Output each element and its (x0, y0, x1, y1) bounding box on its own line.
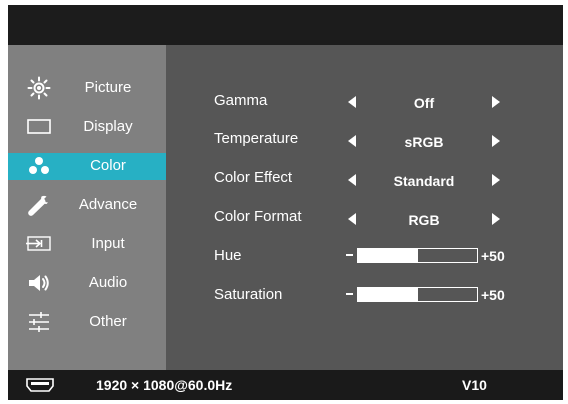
color-format-value[interactable]: RGB (384, 212, 464, 228)
osd-menu: Picture Display Color Advance Input Audi… (8, 5, 563, 400)
color-effect-label: Color Effect (214, 169, 293, 186)
color-effect-value[interactable]: Standard (384, 173, 464, 189)
top-bar (8, 5, 563, 45)
sidebar-item-label: Other (89, 313, 127, 330)
sidebar-item-label: Display (83, 118, 133, 135)
sidebar-item-advance[interactable]: Advance (8, 192, 166, 219)
color-format-label: Color Format (214, 208, 302, 225)
resolution-text: 1920 × 1080@60.0Hz (96, 377, 233, 393)
minus-icon (346, 254, 353, 256)
sidebar-item-color[interactable]: Color (8, 153, 166, 180)
hdmi-icon (26, 378, 54, 397)
saturation-value: +50 (481, 287, 505, 303)
slider-fill (358, 249, 418, 262)
color-effect-right-arrow-icon[interactable] (492, 174, 500, 186)
display-icon (26, 116, 52, 138)
sidebar-item-label: Audio (88, 274, 128, 291)
minus-icon (346, 293, 353, 295)
sidebar-item-picture[interactable]: Picture (8, 75, 166, 102)
saturation-slider[interactable] (346, 287, 478, 302)
temperature-right-arrow-icon[interactable] (492, 135, 500, 147)
slider-fill (358, 288, 418, 301)
hue-slider[interactable] (346, 248, 478, 263)
speaker-icon (26, 272, 52, 294)
gamma-value[interactable]: Off (384, 95, 464, 111)
saturation-label: Saturation (214, 286, 283, 303)
color-settings-panel: Gamma Off Temperature sRGB Color Effect … (166, 45, 563, 370)
sidebar-item-label: Color (90, 157, 126, 174)
sidebar-item-audio[interactable]: Audio (8, 270, 166, 297)
color-effect-left-arrow-icon[interactable] (348, 174, 356, 186)
hue-value: +50 (481, 248, 505, 264)
gamma-right-arrow-icon[interactable] (492, 96, 500, 108)
wrench-icon (26, 194, 52, 216)
slider-track (357, 248, 478, 263)
color-format-left-arrow-icon[interactable] (348, 213, 356, 225)
color-format-right-arrow-icon[interactable] (492, 213, 500, 225)
input-source-icon (26, 233, 52, 255)
gamma-label: Gamma (214, 92, 268, 109)
sidebar-item-label: Input (91, 235, 125, 252)
sidebar-item-other[interactable]: Other (8, 309, 166, 336)
slider-track (357, 287, 478, 302)
temperature-value[interactable]: sRGB (384, 134, 464, 150)
sliders-icon (26, 311, 52, 333)
sidebar-item-label: Picture (84, 79, 132, 96)
status-bar: 1920 × 1080@60.0Hz V10 (8, 370, 563, 400)
sidebar-item-display[interactable]: Display (8, 114, 166, 141)
color-dots-icon (26, 155, 52, 177)
brightness-icon (26, 76, 52, 100)
sidebar-item-input[interactable]: Input (8, 231, 166, 258)
hue-label: Hue (214, 247, 242, 264)
version-text: V10 (462, 377, 487, 393)
gamma-left-arrow-icon[interactable] (348, 96, 356, 108)
temperature-label: Temperature (214, 130, 299, 147)
sidebar: Picture Display Color Advance Input Audi… (8, 45, 166, 370)
temperature-left-arrow-icon[interactable] (348, 135, 356, 147)
sidebar-item-label: Advance (78, 196, 138, 213)
